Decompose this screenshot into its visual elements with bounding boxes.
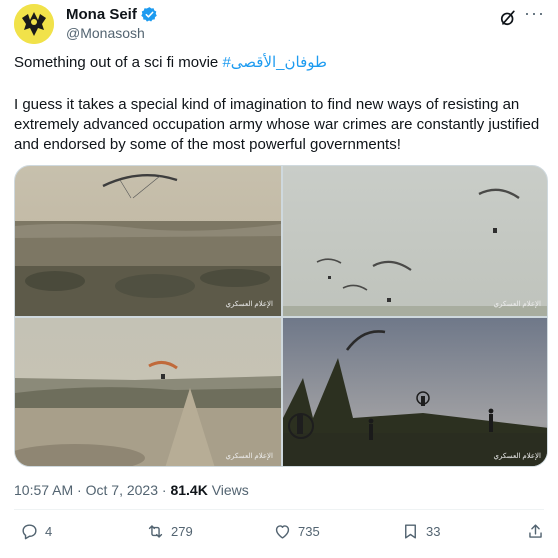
author-name[interactable]: Mona Seif xyxy=(66,6,137,23)
like-button[interactable]: 735 xyxy=(273,522,320,541)
heart-icon xyxy=(275,525,290,539)
tweet-body: I guess it takes a special kind of imagi… xyxy=(14,96,540,153)
multiple-paragliders-image xyxy=(283,166,547,316)
tweet-header: Mona Seif @Monasosh ··· xyxy=(14,4,544,44)
tweet-date[interactable]: Oct 7, 2023 xyxy=(86,482,158,498)
media-grid: الإعلام العسكري الإعلام العسكري الإعلام … xyxy=(14,165,548,467)
bookmark-count: 33 xyxy=(426,524,441,539)
tweet-text: Something out of a sci fi movie xyxy=(14,54,223,71)
action-bar: 4 279 735 33 xyxy=(14,522,544,546)
repost-button[interactable]: 279 xyxy=(146,522,193,541)
views-label: Views xyxy=(211,482,249,498)
media-photo-3[interactable]: الإعلام العسكري xyxy=(15,318,281,466)
paraglider-over-field-image xyxy=(15,166,281,316)
media-photo-2[interactable]: الإعلام العسكري xyxy=(283,166,547,316)
more-options-icon[interactable]: ··· xyxy=(524,4,544,26)
watermark-text: الإعلام العسكري xyxy=(225,301,273,308)
reply-button[interactable]: 4 xyxy=(20,522,52,541)
reply-count: 4 xyxy=(45,524,53,539)
watermark-text: الإعلام العسكري xyxy=(225,453,273,460)
repost-icon xyxy=(148,525,163,538)
eagle-avatar-icon xyxy=(14,4,54,44)
divider xyxy=(14,509,544,510)
hashtag-link[interactable]: #طوفان_الأقصى xyxy=(222,54,327,71)
soldiers-with-paramotors-image xyxy=(283,318,547,466)
share-icon xyxy=(529,524,542,538)
views-count: 81.4K xyxy=(170,482,208,498)
watermark-text: الإعلام العسكري xyxy=(493,301,541,308)
tweet-text-line1: Something out of a sci fi movie #طوفان_ا… xyxy=(14,53,544,73)
meta-separator: · xyxy=(77,482,86,498)
repost-count: 279 xyxy=(171,524,193,539)
reply-icon xyxy=(22,524,37,540)
bookmark-button[interactable]: 33 xyxy=(401,522,440,541)
media-photo-1[interactable]: الإعلام العسكري xyxy=(15,166,281,316)
tweet-meta: 10:57 AM · Oct 7, 2023 · 81.4K Views xyxy=(14,482,249,498)
bookmark-icon xyxy=(405,524,416,539)
tweet-time[interactable]: 10:57 AM xyxy=(14,482,73,498)
media-photo-4[interactable]: الإعلام العسكري xyxy=(283,318,547,466)
author-handle[interactable]: @Monasosh xyxy=(66,25,145,41)
verified-badge-icon xyxy=(141,7,157,22)
share-button[interactable] xyxy=(526,522,545,541)
like-count: 735 xyxy=(298,524,320,539)
paraglider-over-dirt-road-image xyxy=(15,318,281,466)
avatar[interactable] xyxy=(14,4,54,44)
grok-icon[interactable] xyxy=(498,8,518,28)
watermark-text: الإعلام العسكري xyxy=(493,453,541,460)
